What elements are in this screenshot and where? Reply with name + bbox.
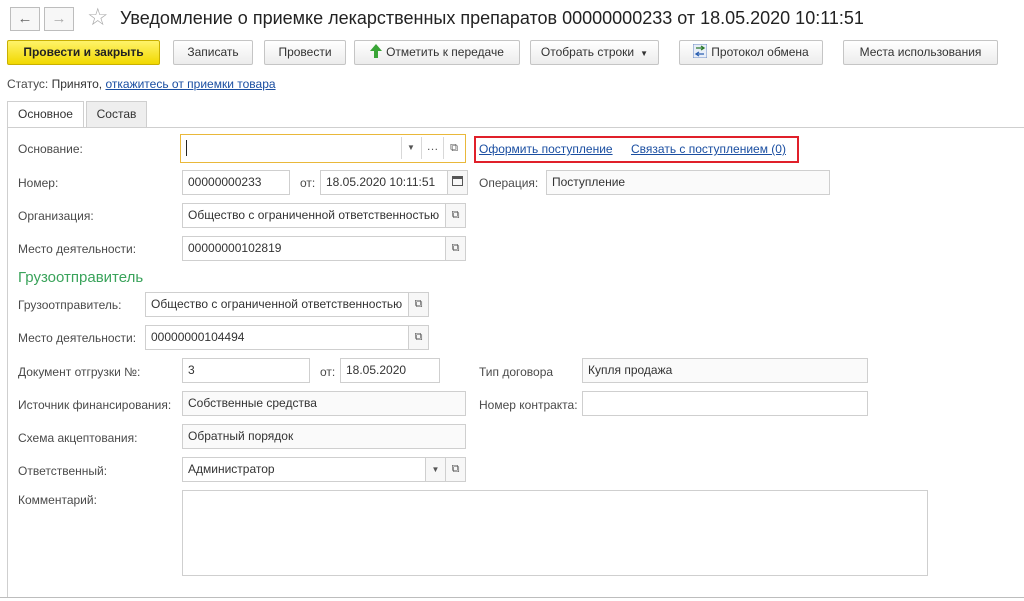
dropdown-arrow-icon: ▼ <box>431 465 440 474</box>
responsible-open-button[interactable]: ⧉ <box>445 457 466 482</box>
number-label: Номер: <box>18 176 59 190</box>
responsible-input[interactable]: Администратор <box>182 457 426 482</box>
activity-place-open-button[interactable]: ⧉ <box>445 236 466 261</box>
consignor-input[interactable]: Общество с ограниченной ответственностью <box>145 292 409 317</box>
calendar-icon <box>452 176 463 186</box>
link-receipt-link[interactable]: Связать с поступлением (0) <box>631 142 786 156</box>
acceptance-label: Схема акцептования: <box>18 431 138 445</box>
favorite-star-icon[interactable]: ☆ <box>87 4 109 32</box>
exchange-log-button[interactable]: Протокол обмена <box>679 40 823 65</box>
contract-type-input[interactable]: Купля продажа <box>582 358 868 383</box>
select-rows-label: Отобрать строки <box>540 45 635 59</box>
dropdown-arrow-icon: ▼ <box>407 143 415 152</box>
calendar-button[interactable] <box>447 170 468 195</box>
dropdown-arrow-icon: ▼ <box>640 49 649 58</box>
shipment-from-label: от: <box>320 365 336 379</box>
tab-panel-border <box>7 127 1024 128</box>
tab-main[interactable]: Основное <box>7 101 84 127</box>
operation-input[interactable]: Поступление <box>546 170 830 195</box>
post-and-close-button[interactable]: Провести и закрыть <box>7 40 160 65</box>
text-cursor <box>186 140 187 156</box>
activity-place-input[interactable]: 00000000102819 <box>182 236 446 261</box>
tab-composition[interactable]: Состав <box>86 101 147 127</box>
basis-label: Основание: <box>18 142 83 156</box>
green-up-arrow-icon <box>370 44 383 58</box>
open-window-icon: ⧉ <box>451 209 460 221</box>
funding-input[interactable]: Собственные средства <box>182 391 466 416</box>
basis-input[interactable]: ▼ … ⧉ <box>180 134 466 163</box>
open-window-icon: ⧉ <box>451 242 460 254</box>
mark-transfer-button[interactable]: Отметить к передаче <box>354 40 520 65</box>
select-rows-button[interactable]: Отобрать строки ▼ <box>530 40 659 65</box>
organization-label: Организация: <box>18 209 94 223</box>
exchange-log-label: Протокол обмена <box>711 45 809 59</box>
acceptance-input[interactable]: Обратный порядок <box>182 424 466 449</box>
status-label: Статус: <box>7 77 49 91</box>
consignor-place-label: Место деятельности: <box>18 331 137 345</box>
comment-label: Комментарий: <box>18 493 97 507</box>
number-input[interactable]: 00000000233 <box>182 170 290 195</box>
contract-number-input[interactable] <box>582 391 868 416</box>
save-button[interactable]: Записать <box>173 40 253 65</box>
shipment-date-input[interactable]: 18.05.2020 <box>340 358 440 383</box>
usage-places-button[interactable]: Места использования <box>843 40 998 65</box>
bottom-border <box>0 597 1024 598</box>
window-title: Уведомление о приемке лекарственных преп… <box>120 8 864 28</box>
contract-type-label: Тип договора <box>479 365 554 379</box>
status-line: Статус: Принято, откажитесь от приемки т… <box>7 77 276 91</box>
responsible-label: Ответственный: <box>18 464 108 478</box>
activity-place-label: Место деятельности: <box>18 242 137 256</box>
basis-dropdown-button[interactable]: ▼ <box>401 137 420 159</box>
operation-label: Операция: <box>479 176 539 190</box>
organization-open-button[interactable]: ⧉ <box>445 203 466 228</box>
open-window-icon: ⧉ <box>450 142 458 154</box>
open-window-icon: ⧉ <box>451 463 460 475</box>
refuse-acceptance-link[interactable]: откажитесь от приемки товара <box>105 77 275 91</box>
back-arrow-icon: ← <box>17 10 33 27</box>
basis-select-button[interactable]: … <box>421 137 443 159</box>
shipment-doc-input[interactable]: 3 <box>182 358 310 383</box>
responsible-dropdown-button[interactable]: ▼ <box>425 457 446 482</box>
forward-button[interactable]: → <box>44 7 74 31</box>
exchange-icon <box>692 43 708 59</box>
consignor-place-input[interactable]: 00000000104494 <box>145 325 409 350</box>
status-value: Принято, <box>51 77 103 91</box>
organization-input[interactable]: Общество с ограниченной ответственностью <box>182 203 446 228</box>
post-button[interactable]: Провести <box>264 40 346 65</box>
open-window-icon: ⧉ <box>414 331 423 343</box>
consignor-place-open-button[interactable]: ⧉ <box>408 325 429 350</box>
comment-textarea[interactable] <box>182 490 928 576</box>
forward-arrow-icon: → <box>51 10 67 27</box>
create-receipt-link[interactable]: Оформить поступление <box>479 142 613 156</box>
date-input[interactable]: 18.05.2020 10:11:51 <box>320 170 448 195</box>
open-window-icon: ⧉ <box>414 298 423 310</box>
contract-number-label: Номер контракта: <box>479 398 578 412</box>
tab-panel-left-border <box>7 127 8 597</box>
receipt-links-box: Оформить поступление Связать с поступлен… <box>474 136 799 163</box>
date-from-label: от: <box>300 176 316 190</box>
funding-label: Источник финансирования: <box>18 398 172 412</box>
consignor-label: Грузоотправитель: <box>18 298 122 312</box>
back-button[interactable]: ← <box>10 7 40 31</box>
consignor-section-title: Грузоотправитель <box>18 269 144 286</box>
consignor-open-button[interactable]: ⧉ <box>408 292 429 317</box>
basis-open-button[interactable]: ⧉ <box>443 137 464 159</box>
mark-transfer-label: Отметить к передаче <box>386 45 504 59</box>
shipment-doc-label: Документ отгрузки №: <box>18 365 141 379</box>
